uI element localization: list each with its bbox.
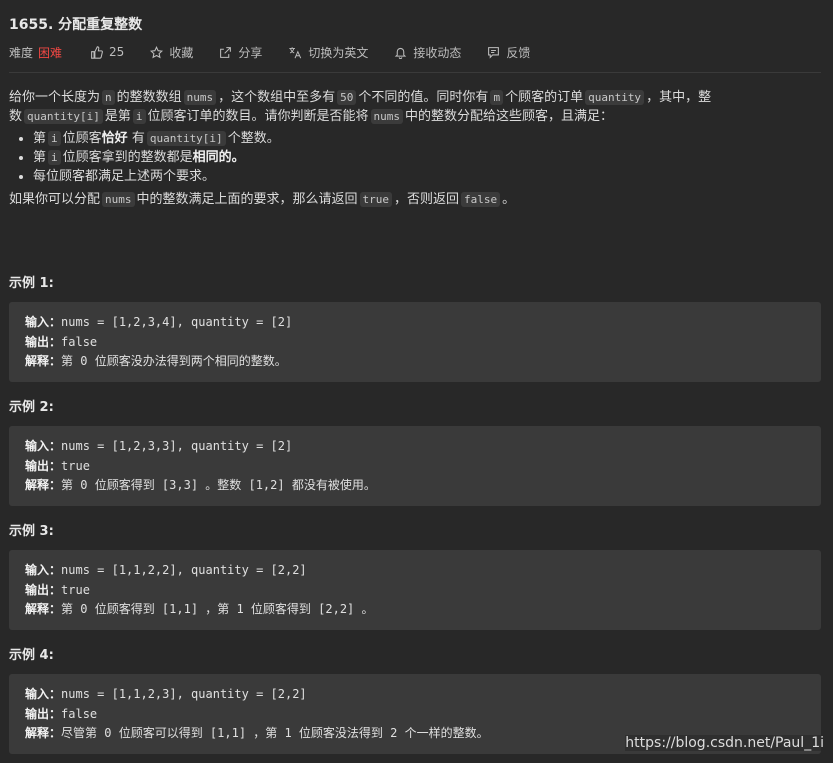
inline-code: nums [370, 109, 404, 124]
list-item: 第i位顾客恰好 有quantity[i]个整数。 [33, 129, 809, 148]
inline-code: quantity [585, 90, 645, 105]
inline-code: i [132, 109, 146, 124]
thumbs-up-icon [91, 45, 103, 59]
problem-meta-bar: 难度 困难 25 收藏 分享 切换为英文 接收动态 反馈 [9, 42, 556, 62]
inline-code: false [461, 192, 501, 207]
inline-code: i [48, 131, 61, 146]
bell-icon [395, 47, 407, 59]
star-icon [150, 45, 164, 58]
example-heading: 示例 4: [9, 648, 54, 663]
list-item: 第i位顾客拿到的整数都是相同的。 [33, 148, 809, 167]
inline-code: nums [102, 192, 135, 207]
example-block: 输入：nums = [1,2,3,4], quantity = [2] 输出：f… [9, 302, 821, 382]
list-item: 每位顾客都满足上述两个要求。 [33, 167, 809, 186]
share-label: 分享 [238, 45, 263, 60]
example-block: 输入：nums = [1,2,3,3], quantity = [2] 输出：t… [9, 426, 821, 506]
feedback-icon [488, 46, 500, 59]
problem-description: 给你一个长度为 n 的整数数组 nums ，这个数组中至多有 50 个不同的值。同时你有 m 个… [9, 88, 809, 209]
example-heading: 示例 2: [9, 400, 54, 415]
like-button[interactable]: 25 [90, 45, 124, 59]
difficulty-label: 难度 [9, 45, 34, 60]
feedback-label: 反馈 [506, 45, 531, 60]
description-paragraph-1: 给你一个长度为 n 的整数数组 nums ，这个数组中至多有 50 个不同的值。同时你有 m 个… [9, 90, 712, 124]
notifications-button[interactable]: 接收动态 [394, 44, 461, 61]
share-button[interactable]: 分享 [219, 44, 262, 61]
example-heading: 示例 3: [9, 524, 54, 539]
inline-code: nums [183, 90, 217, 105]
switch-language-button[interactable]: 切换为英文 [288, 44, 368, 61]
inline-code: 50 [337, 90, 357, 105]
inline-code: quantity[i] [24, 109, 103, 124]
inline-code: i [48, 150, 61, 165]
header-divider [9, 72, 821, 73]
problem-title: 1655. 分配重复整数 [9, 17, 143, 33]
share-icon [220, 46, 232, 58]
example-block: 输入：nums = [1,1,2,2], quantity = [2,2] 输出… [9, 550, 821, 630]
like-count: 25 [109, 45, 125, 59]
requirements-list: 第i位顾客恰好 有quantity[i]个整数。 第i位顾客拿到的整数都是相同的… [9, 129, 809, 186]
notifications-label: 接收动态 [413, 45, 462, 60]
translate-icon [289, 46, 302, 58]
favorite-label: 收藏 [169, 45, 194, 60]
inline-code: quantity[i] [146, 131, 226, 146]
feedback-button[interactable]: 反馈 [487, 44, 530, 61]
favorite-button[interactable]: 收藏 [150, 44, 193, 61]
inline-code: n [102, 90, 115, 105]
inline-code: true [359, 192, 393, 207]
watermark: https://blog.csdn.net/Paul_1i [625, 735, 824, 751]
example-heading: 示例 1: [9, 276, 54, 291]
difficulty-badge: 困难 [38, 45, 63, 60]
switch-language-label: 切换为英文 [308, 45, 369, 60]
inline-code: m [490, 90, 504, 105]
description-paragraph-2: 如果你可以分配 nums 中的整数满足上面的要求，那么请返回 true ，否则返回 fal… [9, 192, 516, 207]
